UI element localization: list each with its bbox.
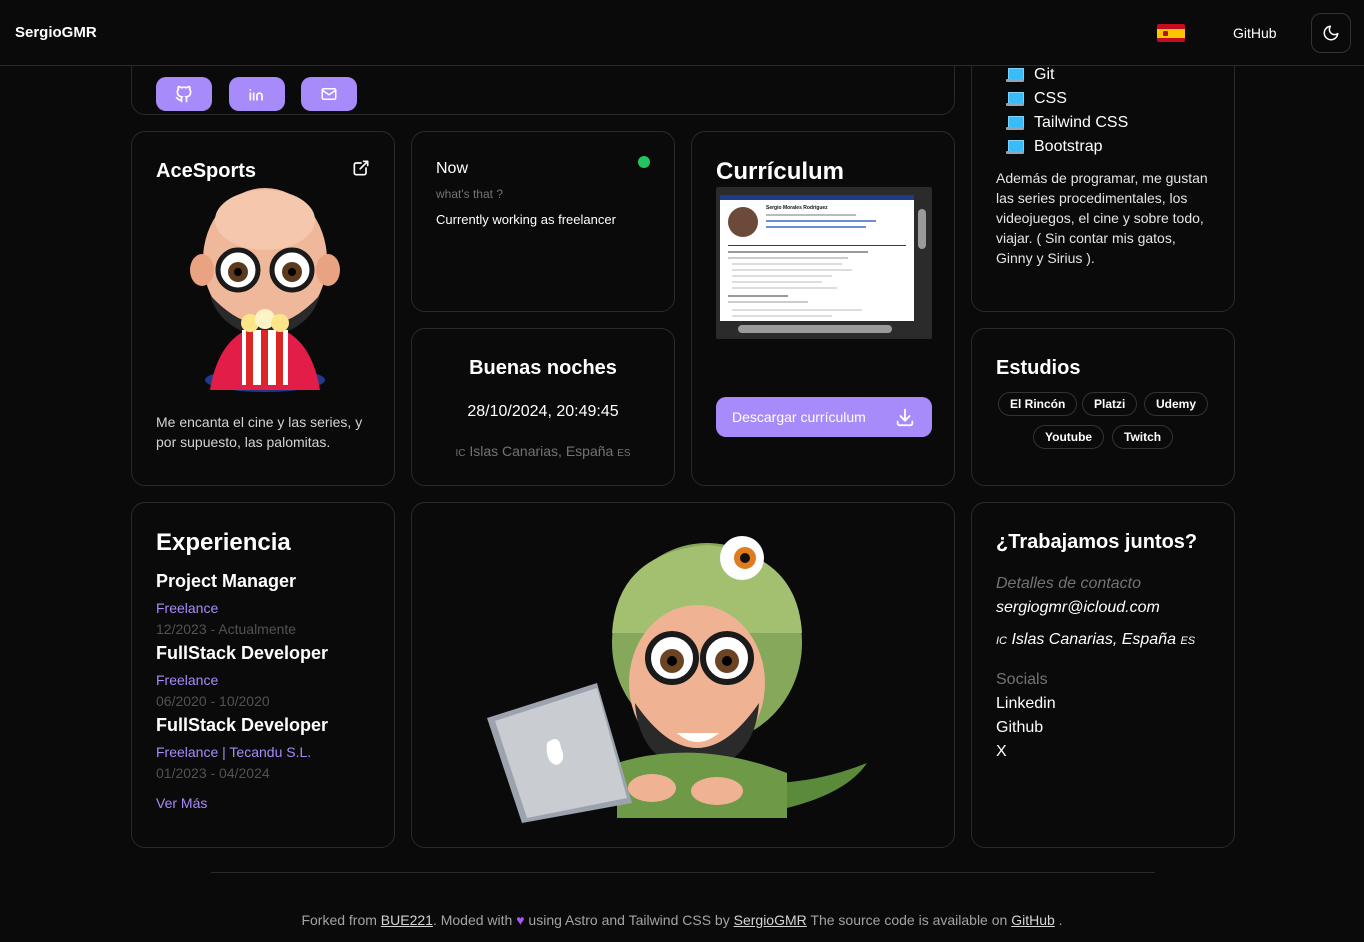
cv-horizontal-scrollbar[interactable] [730, 325, 914, 333]
greeting-title: Buenas noches [469, 357, 617, 379]
footer-text: . Moded with [432, 912, 513, 928]
contact-email[interactable]: sergiogmr@icloud.com [996, 599, 1160, 617]
now-card: Now what's that ? Currently working as f… [411, 131, 675, 312]
contact-card: ¿Trabajamos juntos? Detalles de contacto… [971, 502, 1235, 848]
cv-document: Sergio Morales Rodríguez [720, 195, 914, 321]
experience-title: Experiencia [156, 529, 291, 556]
tech-item: Git [1006, 66, 1054, 84]
spain-flag-icon[interactable] [1157, 24, 1185, 42]
location: IC Islas Canarias, España ES [412, 443, 674, 459]
socials-label: Socials [996, 671, 1048, 688]
job-role: FullStack Developer [156, 715, 329, 735]
external-link-icon[interactable] [351, 158, 371, 178]
study-pill: Twitch [1112, 425, 1174, 449]
github-icon [175, 85, 192, 103]
experience-card: Experiencia Project Manager Freelance 12… [131, 502, 395, 848]
contact-details-label: Detalles de contacto [996, 575, 1141, 592]
about-text: Además de programar, me gustan las serie… [996, 170, 1208, 266]
site-logo[interactable]: SergioGMR [15, 24, 97, 41]
tech-label: Tailwind CSS [1034, 114, 1129, 131]
illustration-card [411, 502, 955, 848]
laptop-icon [1006, 92, 1024, 106]
studies-card: Estudios El Rincón Platzi Udemy Youtube … [971, 328, 1235, 486]
tech-label: Bootstrap [1034, 138, 1103, 155]
theme-toggle-button[interactable] [1311, 13, 1351, 53]
location-prefix: IC [455, 448, 466, 459]
tech-item: Bootstrap [1006, 138, 1102, 156]
footer-text: Forked from [301, 912, 377, 928]
acesports-text: Me encanta el cine y las series, y por s… [156, 414, 363, 450]
laptop-icon [1006, 68, 1024, 82]
social-link-linkedin[interactable]: Linkedin [996, 695, 1056, 713]
github-button[interactable] [156, 77, 212, 111]
footer: Forked from BUE221. Moded with ♥ using A… [0, 912, 1364, 928]
contact-title: ¿Trabajamos juntos? [996, 531, 1198, 553]
email-button[interactable] [301, 77, 357, 111]
laptop-icon [1006, 116, 1024, 130]
download-cv-button[interactable]: Descargar currículum [716, 397, 932, 437]
cv-vertical-scrollbar[interactable] [918, 199, 926, 321]
location-suffix: ES [1180, 635, 1196, 647]
now-title: Now [436, 160, 469, 177]
footer-link-sergiogmr[interactable]: SergioGMR [734, 912, 807, 928]
acesports-card[interactable]: AceSports Me encanta el cine y las serie… [131, 131, 395, 486]
location-text: Islas Canarias, España [469, 443, 614, 459]
footer-link-bue221[interactable]: BUE221 [381, 912, 433, 928]
cv-title: Currículum [716, 158, 845, 185]
location-suffix: ES [617, 448, 631, 459]
footer-text: The source code is available on [810, 912, 1008, 928]
study-pill: Udemy [1144, 392, 1209, 416]
popcorn-avatar-illustration [190, 188, 340, 392]
footer-text: . [1058, 912, 1063, 928]
job-company: Freelance [156, 672, 219, 688]
github-nav-link[interactable]: GitHub [1233, 25, 1277, 41]
job-company: Freelance | Tecandu S.L. [156, 744, 312, 760]
location-text: Islas Canarias, España [1011, 631, 1176, 648]
tech-item: CSS [1006, 90, 1067, 108]
study-pill: El Rincón [998, 392, 1078, 416]
job-dates: 06/2020 - 10/2020 [156, 693, 270, 709]
study-pill: Platzi [1082, 392, 1138, 416]
see-more-link[interactable]: Ver Más [156, 795, 207, 811]
tech-item: Tailwind CSS [1006, 114, 1128, 132]
greeting-card: Buenas noches 28/10/2024, 20:49:45 IC Is… [411, 328, 675, 486]
heart-icon: ♥ [516, 912, 525, 928]
job-role: FullStack Developer [156, 643, 329, 663]
footer-divider [211, 872, 1155, 873]
download-cv-label: Descargar currículum [732, 409, 866, 425]
cv-preview[interactable]: Sergio Morales Rodríguez [716, 187, 932, 339]
now-status: Currently working as freelancer [436, 212, 616, 227]
cv-card: Currículum Sergio Morales Rodríguez Desc… [691, 131, 955, 486]
download-icon [896, 408, 914, 427]
now-subtitle: what's that ? [436, 187, 503, 201]
job-dates: 01/2023 - 04/2024 [156, 765, 270, 781]
social-link-x[interactable]: X [996, 743, 1007, 761]
dino-avatar-illustration [487, 536, 867, 823]
tech-label: CSS [1034, 90, 1067, 107]
study-pill: Youtube [1033, 425, 1105, 449]
social-link-github[interactable]: Github [996, 719, 1043, 737]
tech-label: Git [1034, 66, 1055, 83]
cv-photo [728, 207, 758, 237]
location-prefix: IC [996, 635, 1007, 647]
cv-doc-name: Sergio Morales Rodríguez [766, 205, 828, 211]
top-navbar: SergioGMR GitHub [0, 0, 1364, 66]
mail-icon [321, 88, 337, 100]
job-company: Freelance [156, 600, 219, 616]
linkedin-button[interactable] [229, 77, 285, 111]
studies-title: Estudios [996, 357, 1081, 379]
laptop-icon [1006, 140, 1024, 154]
linkedin-icon [249, 89, 263, 101]
status-dot [638, 156, 650, 168]
moon-icon [1323, 25, 1339, 41]
job-dates: 12/2023 - Actualmente [156, 621, 297, 637]
job-role: Project Manager [156, 571, 297, 591]
contact-location: IC Islas Canarias, España ES [996, 631, 1195, 649]
footer-text: using Astro and Tailwind CSS by [528, 912, 730, 928]
current-datetime: 28/10/2024, 20:49:45 [467, 403, 619, 420]
footer-link-github[interactable]: GitHub [1011, 912, 1055, 928]
